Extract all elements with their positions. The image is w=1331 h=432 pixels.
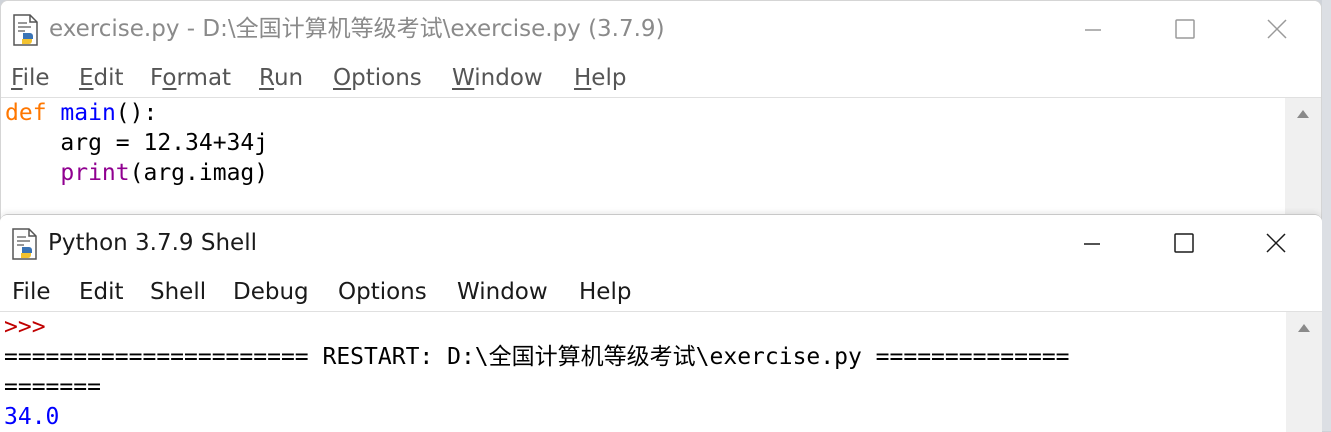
shell-output[interactable]: >>> ====================== RESTART: D:\全… bbox=[0, 312, 1286, 432]
shell-menu-shell[interactable]: Shell bbox=[150, 277, 206, 307]
window-edge bbox=[1322, 0, 1331, 431]
editor-menubar: File Edit Format Run Options Window Help bbox=[1, 57, 1321, 98]
menu-help[interactable]: Help bbox=[574, 63, 626, 93]
shell-menu-help[interactable]: Help bbox=[579, 277, 631, 307]
shell-menu-edit[interactable]: Edit bbox=[79, 277, 124, 307]
python-idle-icon bbox=[10, 227, 40, 261]
scroll-up-arrow-icon[interactable] bbox=[1298, 324, 1310, 332]
maximize-icon bbox=[1174, 233, 1194, 253]
restart-banner-cont: ======= bbox=[4, 374, 101, 400]
close-icon bbox=[1266, 233, 1286, 253]
menu-format[interactable]: Format bbox=[150, 63, 231, 93]
code-line-2: arg = 12.34+34j bbox=[5, 130, 269, 156]
menu-options[interactable]: Options bbox=[333, 63, 422, 93]
shell-menubar: File Edit Shell Debug Options Window Hel… bbox=[0, 271, 1322, 312]
maximize-icon bbox=[1175, 19, 1195, 39]
editor-close-button[interactable] bbox=[1231, 1, 1321, 57]
editor-maximize-button[interactable] bbox=[1139, 1, 1231, 57]
editor-titlebar[interactable]: exercise.py - D:\全国计算机等级考试\exercise.py (… bbox=[1, 1, 1321, 57]
shell-menu-window[interactable]: Window bbox=[457, 277, 548, 307]
program-output: 34.0 bbox=[4, 404, 60, 430]
menu-file[interactable]: File bbox=[11, 63, 50, 93]
shell-titlebar[interactable]: Python 3.7.9 Shell bbox=[0, 215, 1322, 271]
shell-maximize-button[interactable] bbox=[1138, 215, 1230, 271]
shell-prompt: >>> bbox=[4, 314, 46, 340]
shell-scrollbar[interactable] bbox=[1286, 312, 1322, 432]
code-line-1: def main(): bbox=[5, 100, 158, 126]
shell-menu-file[interactable]: File bbox=[12, 277, 51, 307]
shell-minimize-button[interactable] bbox=[1046, 215, 1138, 271]
restart-banner: ====================== RESTART: D:\全国计算机… bbox=[4, 344, 1070, 370]
shell-close-button[interactable] bbox=[1230, 215, 1322, 271]
shell-title: Python 3.7.9 Shell bbox=[48, 230, 257, 256]
code-line-3: print(arg.imag) bbox=[60, 160, 269, 186]
scroll-up-arrow-icon[interactable] bbox=[1297, 110, 1309, 118]
menu-edit[interactable]: Edit bbox=[79, 63, 124, 93]
menu-run[interactable]: Run bbox=[259, 63, 303, 93]
shell-menu-options[interactable]: Options bbox=[338, 277, 427, 307]
editor-title: exercise.py - D:\全国计算机等级考试\exercise.py (… bbox=[49, 16, 665, 42]
python-idle-icon bbox=[11, 13, 41, 47]
editor-minimize-button[interactable] bbox=[1047, 1, 1139, 57]
close-icon bbox=[1267, 19, 1287, 39]
minimize-icon bbox=[1084, 243, 1100, 245]
shell-menu-debug[interactable]: Debug bbox=[233, 277, 309, 307]
menu-window[interactable]: Window bbox=[452, 63, 543, 93]
shell-window: Python 3.7.9 Shell File Edit Shell Debug… bbox=[0, 214, 1322, 432]
minimize-icon bbox=[1085, 29, 1101, 31]
